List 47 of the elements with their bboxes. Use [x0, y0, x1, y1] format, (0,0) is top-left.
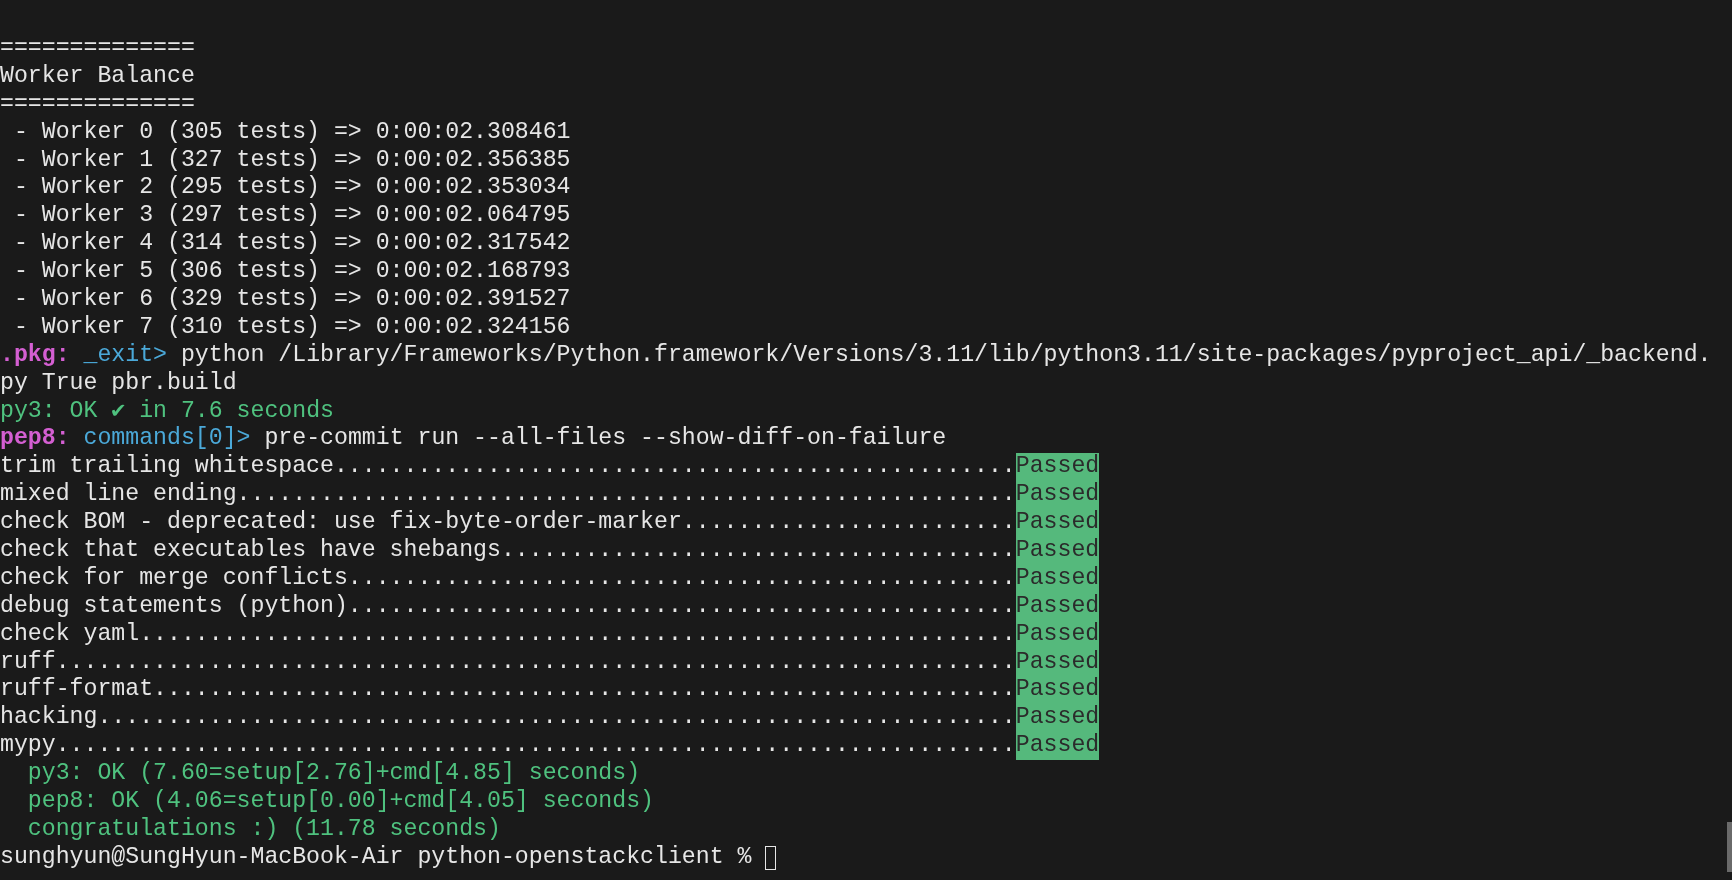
output-text: python /Library/Frameworks/Python.framework/Versions/3.11/lib/python3.11/site-packages/pyproject_api/_backend.: [179, 341, 1712, 370]
output-text: - Worker 2 (295 tests) => 0:00:02.353034: [12, 174, 571, 203]
status-text: py3: OK (7.60=setup[2.76]+cmd[4.85] seconds): [26, 760, 641, 789]
passed-badge: Passed: [1015, 648, 1100, 677]
output-text: py True pbr.build: [0, 369, 237, 398]
passed-badge: Passed: [1015, 676, 1100, 705]
output-text: - Worker 5 (306 tests) => 0:00:02.168793: [12, 258, 571, 287]
output-text: - Worker 0 (305 tests) => 0:00:02.308461: [12, 118, 571, 147]
env-label: .pkg:: [0, 341, 70, 370]
output-text: mypy.....................................................................: [0, 732, 1016, 761]
passed-badge: Passed: [1015, 509, 1100, 538]
passed-badge: Passed: [1015, 481, 1100, 510]
passed-badge: Passed: [1015, 732, 1100, 761]
output-text: ruff-format..............................................................: [0, 676, 1016, 705]
command-label: commands[0]>: [82, 425, 251, 454]
output-text: ==============: [0, 90, 195, 119]
output-text: hacking..................................................................: [0, 704, 1016, 733]
output-text: pre-commit run --all-files --show-diff-on-failure: [263, 425, 947, 454]
output-text: - Worker 7 (310 tests) => 0:00:02.324156: [12, 313, 571, 342]
output-text: - Worker 1 (327 tests) => 0:00:02.356385: [12, 146, 571, 175]
output-text: sunghyun@SungHyun-MacBook-Air python-openstackclient %: [0, 843, 753, 872]
env-label: pep8:: [0, 425, 70, 454]
output-text: ruff.....................................................................: [0, 648, 1016, 677]
passed-badge: Passed: [1015, 620, 1100, 649]
output-text: - Worker 6 (329 tests) => 0:00:02.391527: [12, 286, 571, 314]
output-text: ==============: [0, 35, 195, 63]
output-text: check for merge conflicts................................................: [0, 564, 1016, 593]
output-text: Worker Balance: [0, 62, 195, 91]
output-text: trim trailing whitespace.................................................: [0, 453, 1016, 482]
output-text: check that executables have shebangs.....................................: [0, 537, 1016, 565]
output-text: - Worker 3 (297 tests) => 0:00:02.064795: [12, 202, 571, 231]
passed-badge: Passed: [1015, 564, 1100, 593]
text-cursor: [765, 845, 777, 870]
command-label: _exit>: [82, 341, 167, 370]
output-text: check BOM - deprecated: use fix-byte-order-marker........................: [0, 509, 1016, 538]
status-text: py3: OK ✔ in 7.6 seconds: [0, 397, 334, 426]
passed-badge: Passed: [1015, 453, 1100, 482]
passed-badge: Passed: [1015, 537, 1100, 565]
output-text: debug statements (python)................................................: [0, 592, 1016, 621]
status-text: congratulations :) (11.78 seconds): [26, 815, 501, 844]
output-text: mixed line ending........................................................: [0, 481, 1016, 510]
passed-badge: Passed: [1015, 704, 1100, 733]
output-text: check yaml...............................................................: [0, 620, 1016, 649]
status-text: pep8: OK (4.06=setup[0.00]+cmd[4.05] seconds): [26, 788, 654, 816]
passed-badge: Passed: [1015, 592, 1100, 621]
output-text: - Worker 4 (314 tests) => 0:00:02.317542: [12, 230, 571, 259]
scrollbar-thumb[interactable]: [1727, 822, 1732, 872]
